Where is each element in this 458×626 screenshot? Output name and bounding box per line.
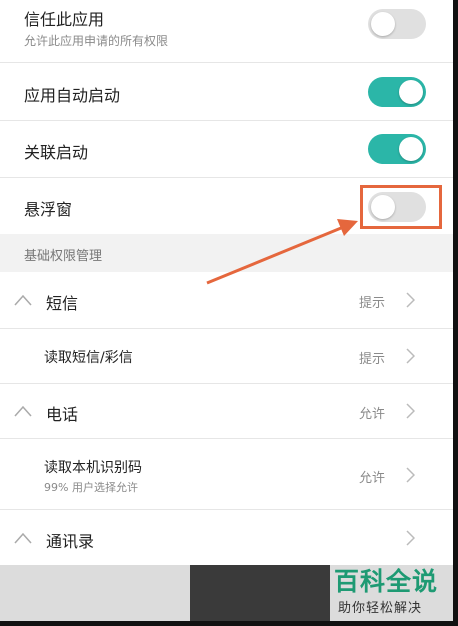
- annotation-arrow-icon: [206, 219, 358, 285]
- watermark-slogan: 助你轻松解决: [338, 601, 423, 616]
- watermark-brand: 百科全说: [334, 567, 439, 596]
- frame-edge-right: [453, 0, 458, 626]
- frame-edge-bottom: [0, 621, 458, 626]
- watermark-logo: 百科全说 助你轻松解决: [322, 562, 450, 620]
